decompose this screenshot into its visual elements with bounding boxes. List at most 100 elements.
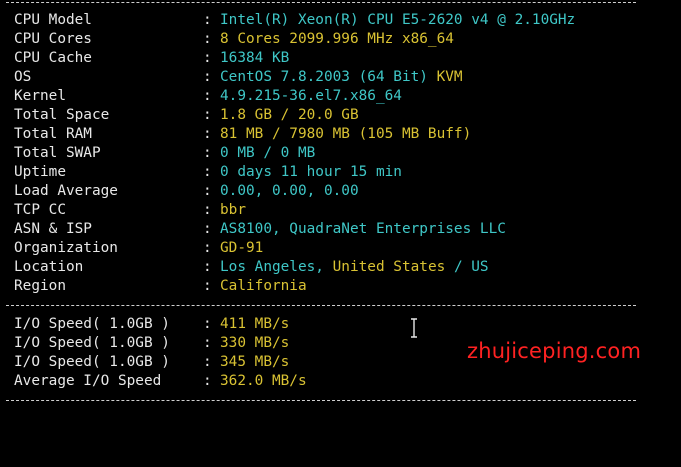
info-row-cpu-model: CPU Model : Intel(R) Xeon(R) CPU E5-2620… bbox=[0, 11, 575, 30]
info-value: bbr bbox=[220, 201, 246, 220]
value-part: 345 MB/s bbox=[220, 354, 290, 370]
separator-line-middle bbox=[6, 305, 636, 306]
value-part: 4.9.215-36.el7.x86_64 bbox=[220, 88, 402, 104]
separator-line-top bbox=[6, 2, 636, 3]
info-row-cpu-cores: CPU Cores : 8 Cores 2099.996 MHz x86_64 bbox=[0, 30, 454, 49]
info-colon: : bbox=[203, 278, 212, 294]
io-speed-row-average: Average I/O Speed : 362.0 MB/s bbox=[0, 372, 307, 391]
info-label: Uptime bbox=[14, 164, 66, 180]
value-part: Los Angeles, bbox=[220, 259, 333, 275]
info-row-asn-isp: ASN & ISP : AS8100, QuadraNet Enterprise… bbox=[0, 220, 506, 239]
info-value: 81 MB / 7980 MB (105 MB Buff) bbox=[220, 125, 471, 144]
info-label: CPU Cache bbox=[14, 50, 92, 66]
info-label: Load Average bbox=[14, 183, 118, 199]
io-value: 411 MB/s bbox=[220, 315, 289, 334]
info-label: Region bbox=[14, 278, 66, 294]
info-row-kernel: Kernel : 4.9.215-36.el7.x86_64 bbox=[0, 87, 402, 106]
info-value: CentOS 7.8.2003 (64 Bit) KVM bbox=[220, 68, 463, 87]
info-row-organization: Organization : GD-91 bbox=[0, 239, 263, 258]
info-colon: : bbox=[203, 69, 212, 85]
info-label: ASN & ISP bbox=[14, 221, 92, 237]
value-part: KVM bbox=[436, 69, 463, 85]
info-row-load-average: Load Average : 0.00, 0.00, 0.00 bbox=[0, 182, 359, 201]
info-colon: : bbox=[203, 31, 212, 47]
value-part: GD-91 bbox=[220, 240, 264, 256]
value-part: AS8100, QuadraNet Enterprises LLC bbox=[220, 221, 506, 237]
info-label: CPU Model bbox=[14, 12, 92, 28]
value-part: California bbox=[220, 278, 307, 294]
text-cursor-icon bbox=[411, 318, 417, 338]
info-label: Kernel bbox=[14, 88, 66, 104]
value-part: 81 MB / 7980 MB (105 MB Buff) bbox=[220, 126, 472, 142]
info-label: Location bbox=[14, 259, 84, 275]
info-value: Los Angeles, United States / US bbox=[220, 258, 489, 277]
info-label: Total Space bbox=[14, 107, 110, 123]
terminal-window[interactable]: CPU Model : Intel(R) Xeon(R) CPU E5-2620… bbox=[0, 0, 681, 405]
info-colon: : bbox=[203, 164, 212, 180]
info-row-os: OS : CentOS 7.8.2003 (64 Bit) KVM bbox=[0, 68, 463, 87]
io-colon: : bbox=[203, 373, 212, 389]
value-part: / US bbox=[445, 259, 489, 275]
info-colon: : bbox=[203, 107, 212, 123]
io-value: 362.0 MB/s bbox=[220, 372, 307, 391]
value-part: 411 MB/s bbox=[220, 316, 290, 332]
info-value: 0 MB / 0 MB bbox=[220, 144, 315, 163]
value-part: Intel(R) Xeon(R) CPU E5-2620 v4 @ 2.10GH… bbox=[220, 12, 576, 28]
info-value: 0.00, 0.00, 0.00 bbox=[220, 182, 359, 201]
info-label: CPU Cores bbox=[14, 31, 92, 47]
info-row-total-swap: Total SWAP : 0 MB / 0 MB bbox=[0, 144, 315, 163]
io-value: 345 MB/s bbox=[220, 353, 289, 372]
io-label: I/O Speed( 1.0GB ) bbox=[14, 335, 170, 351]
value-part: 0 days 11 hour 15 min bbox=[220, 164, 402, 180]
info-colon: : bbox=[203, 12, 212, 28]
io-label: I/O Speed( 1.0GB ) bbox=[14, 316, 170, 332]
info-value: 0 days 11 hour 15 min bbox=[220, 163, 402, 182]
info-row-cpu-cache: CPU Cache : 16384 KB bbox=[0, 49, 289, 68]
watermark-text: zhujiceping.com bbox=[467, 339, 642, 363]
value-part: CentOS 7.8.2003 (64 Bit) bbox=[220, 69, 437, 85]
value-part: 362.0 MB/s bbox=[220, 373, 307, 389]
info-colon: : bbox=[203, 202, 212, 218]
info-label: Organization bbox=[14, 240, 118, 256]
info-colon: : bbox=[203, 88, 212, 104]
info-value: 4.9.215-36.el7.x86_64 bbox=[220, 87, 402, 106]
io-speed-row: I/O Speed( 1.0GB ) : 411 MB/s bbox=[0, 315, 289, 334]
info-row-region: Region : California bbox=[0, 277, 307, 296]
info-colon: : bbox=[203, 183, 212, 199]
io-label: Average I/O Speed bbox=[14, 373, 162, 389]
value-part: 0.00, 0.00, 0.00 bbox=[220, 183, 359, 199]
info-colon: : bbox=[203, 126, 212, 142]
info-row-tcp-cc: TCP CC : bbr bbox=[0, 201, 246, 220]
io-colon: : bbox=[203, 335, 212, 351]
value-part: 8 Cores 2099.996 MHz x86_64 bbox=[220, 31, 454, 47]
info-colon: : bbox=[203, 221, 212, 237]
info-colon: : bbox=[203, 50, 212, 66]
info-value: California bbox=[220, 277, 307, 296]
value-part: 16384 KB bbox=[220, 50, 290, 66]
info-value: 16384 KB bbox=[220, 49, 289, 68]
info-row-total-space: Total Space : 1.8 GB / 20.0 GB bbox=[0, 106, 359, 125]
info-row-location: Location : Los Angeles, United States / … bbox=[0, 258, 489, 277]
info-colon: : bbox=[203, 145, 212, 161]
info-value: Intel(R) Xeon(R) CPU E5-2620 v4 @ 2.10GH… bbox=[220, 11, 575, 30]
info-label: Total RAM bbox=[14, 126, 92, 142]
info-colon: : bbox=[203, 259, 212, 275]
value-part: 0 MB / 0 MB bbox=[220, 145, 316, 161]
info-label: TCP CC bbox=[14, 202, 66, 218]
value-part: 1.8 GB / 20.0 GB bbox=[220, 107, 359, 123]
value-part: 330 MB/s bbox=[220, 335, 290, 351]
value-part: United States bbox=[332, 259, 446, 275]
info-row-uptime: Uptime : 0 days 11 hour 15 min bbox=[0, 163, 402, 182]
info-value: GD-91 bbox=[220, 239, 263, 258]
io-label: I/O Speed( 1.0GB ) bbox=[14, 354, 170, 370]
io-value: 330 MB/s bbox=[220, 334, 289, 353]
separator-line-bottom bbox=[6, 400, 636, 401]
info-row-total-ram: Total RAM : 81 MB / 7980 MB (105 MB Buff… bbox=[0, 125, 471, 144]
info-label: Total SWAP bbox=[14, 145, 101, 161]
io-speed-row: I/O Speed( 1.0GB ) : 330 MB/s bbox=[0, 334, 289, 353]
io-colon: : bbox=[203, 354, 212, 370]
value-part: bbr bbox=[220, 202, 246, 218]
info-value: AS8100, QuadraNet Enterprises LLC bbox=[220, 220, 506, 239]
io-speed-row: I/O Speed( 1.0GB ) : 345 MB/s bbox=[0, 353, 289, 372]
io-colon: : bbox=[203, 316, 212, 332]
